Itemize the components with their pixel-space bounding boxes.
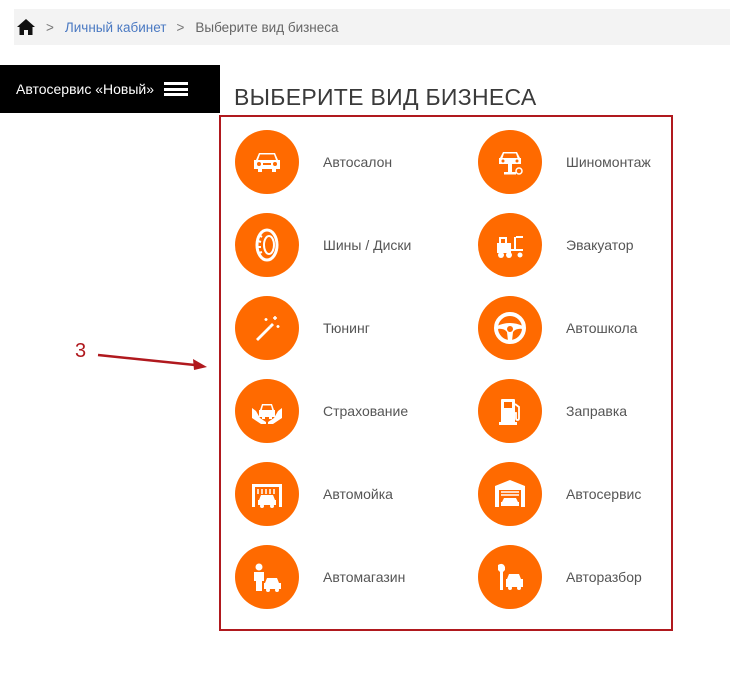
business-type-label: Автосервис [566, 486, 642, 502]
tire-icon [235, 213, 299, 277]
fuel-pump-icon [478, 379, 542, 443]
business-type-autosalon[interactable]: Автосалон [235, 130, 392, 194]
car-front-icon [235, 130, 299, 194]
home-icon[interactable] [16, 18, 36, 36]
business-type-tow-truck[interactable]: Эвакуатор [478, 213, 634, 277]
business-type-tire-service[interactable]: Шиномонтаж [478, 130, 651, 194]
business-type-gas-station[interactable]: Заправка [478, 379, 627, 443]
business-type-label: Автомойка [323, 486, 393, 502]
page-title: ВЫБЕРИТЕ ВИД БИЗНЕСА [234, 84, 537, 110]
annotation-number: 3 [75, 340, 87, 362]
business-type-car-service[interactable]: Автосервис [478, 462, 641, 526]
business-type-tuning[interactable]: Тюнинг [235, 296, 370, 360]
business-type-auto-parts-dismantling[interactable]: Авторазбор [478, 545, 642, 609]
business-type-label: Шиномонтаж [566, 154, 651, 170]
business-type-label: Авторазбор [566, 569, 642, 585]
business-name: Автосервис «Новый» [16, 81, 155, 97]
breadcrumb-current: Выберите вид бизнеса [195, 19, 339, 35]
car-lift-icon [478, 130, 542, 194]
business-type-label: Страхование [323, 403, 409, 419]
car-shop-icon [235, 545, 299, 609]
business-type-label: Автошкола [566, 320, 638, 336]
business-type-label: Шины / Диски [323, 237, 412, 253]
breadcrumb-link-account[interactable]: Личный кабинет [65, 20, 167, 35]
business-type-insurance[interactable]: Страхование [235, 379, 408, 443]
breadcrumb-separator: > [176, 19, 185, 35]
hamburger-icon[interactable] [164, 82, 189, 96]
tow-truck-icon [478, 213, 542, 277]
business-type-tires-wheels[interactable]: Шины / Диски [235, 213, 411, 277]
insured-car-icon [235, 379, 299, 443]
business-type-label: Эвакуатор [566, 237, 634, 253]
business-type-label: Автосалон [323, 154, 393, 170]
car-wash-icon [235, 462, 299, 526]
steering-wheel-icon [478, 296, 542, 360]
sidebar-header: Автосервис «Новый» [0, 65, 220, 113]
business-type-label: Тюнинг [323, 320, 370, 336]
garage-icon [478, 462, 542, 526]
annotation-arrow-icon [97, 353, 207, 370]
wrench-car-icon [478, 545, 542, 609]
business-type-auto-shop[interactable]: Автомагазин [235, 545, 405, 609]
business-type-label: Автомагазин [323, 569, 406, 585]
magic-wand-icon [235, 296, 299, 360]
breadcrumb-separator: > [46, 19, 54, 35]
business-type-label: Заправка [566, 403, 628, 419]
business-type-car-wash[interactable]: Автомойка [235, 462, 393, 526]
breadcrumb: > Личный кабинет > Выберите вид бизнеса [14, 9, 730, 45]
business-type-driving-school[interactable]: Автошкола [478, 296, 637, 360]
